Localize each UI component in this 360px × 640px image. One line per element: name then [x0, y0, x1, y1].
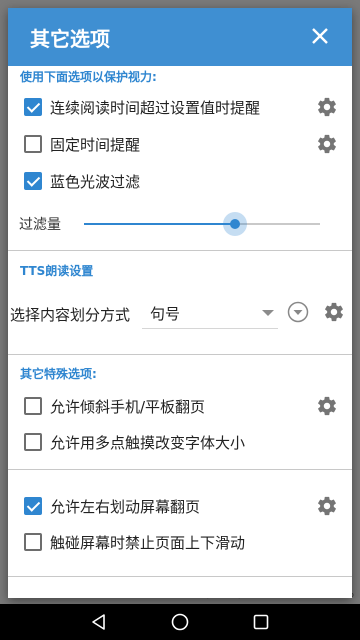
- tts-section-title: TTS朗读设置: [20, 264, 94, 278]
- continuous-reading-checkbox[interactable]: [24, 98, 42, 116]
- divider: [8, 469, 352, 470]
- tilt-page-label: 允许倾斜手机/平板翻页: [50, 398, 206, 416]
- multitouch-font-label: 允许用多点触摸改变字体大小: [50, 434, 246, 452]
- blue-light-label: 蓝色光波过滤: [50, 173, 141, 191]
- home-icon[interactable]: [170, 612, 190, 632]
- option-row-swipe-page[interactable]: 允许左右划动屏幕翻页: [8, 489, 352, 523]
- split-method-label: 选择内容划分方式: [10, 306, 131, 324]
- option-row-continuous-reading[interactable]: 连续阅读时间超过设置值时提醒: [8, 90, 352, 124]
- slider-fill: [84, 223, 235, 225]
- circle-dropdown-icon[interactable]: [287, 301, 309, 323]
- dialog-content: 使用下面选项以保护视力: 连续阅读时间超过设置值时提醒 固定时间提醒 蓝色光波过…: [8, 66, 352, 598]
- swipe-page-label: 允许左右划动屏幕翻页: [50, 498, 201, 516]
- split-method-value: 句号: [150, 305, 181, 323]
- swipe-page-checkbox[interactable]: [24, 497, 42, 515]
- fixed-time-checkbox[interactable]: [24, 135, 42, 153]
- split-method-dropdown[interactable]: 句号: [142, 296, 278, 329]
- divider: [8, 250, 352, 251]
- gear-icon[interactable]: [316, 495, 338, 517]
- android-nav-bar: [0, 604, 360, 640]
- tilt-page-checkbox[interactable]: [24, 397, 42, 415]
- divider: [8, 354, 352, 355]
- option-row-tilt-page[interactable]: 允许倾斜手机/平板翻页: [8, 389, 352, 423]
- continuous-reading-label: 连续阅读时间超过设置值时提醒: [50, 99, 261, 117]
- special-options-section-title: 其它特殊选项:: [20, 367, 97, 381]
- other-options-dialog: 其它选项 使用下面选项以保护视力: 连续阅读时间超过设置值时提醒 固定时间提醒 …: [8, 8, 352, 598]
- close-icon[interactable]: [306, 22, 334, 50]
- fixed-time-label: 固定时间提醒: [50, 136, 141, 154]
- chevron-down-icon: [262, 310, 274, 316]
- gear-icon[interactable]: [316, 133, 338, 155]
- option-row-multitouch-font[interactable]: 允许用多点触摸改变字体大小: [8, 425, 352, 459]
- back-icon[interactable]: [89, 612, 109, 632]
- gear-icon[interactable]: [323, 301, 345, 323]
- dialog-header: 其它选项: [8, 8, 352, 66]
- divider: [8, 576, 352, 577]
- filter-amount-label: 过滤量: [19, 217, 61, 233]
- option-row-disable-vertical-scroll[interactable]: 触碰屏幕时禁止页面上下滑动: [8, 525, 352, 559]
- dialog-title: 其它选项: [30, 27, 110, 51]
- blue-light-checkbox[interactable]: [24, 172, 42, 190]
- gear-icon[interactable]: [316, 395, 338, 417]
- filter-amount-slider[interactable]: [84, 212, 320, 236]
- gear-icon[interactable]: [316, 96, 338, 118]
- option-row-fixed-time[interactable]: 固定时间提醒: [8, 127, 352, 161]
- disable-vertical-scroll-label: 触碰屏幕时禁止页面上下滑动: [50, 534, 246, 552]
- recents-icon[interactable]: [251, 612, 271, 632]
- disable-vertical-scroll-checkbox[interactable]: [24, 533, 42, 551]
- option-row-blue-light[interactable]: 蓝色光波过滤: [8, 164, 352, 198]
- multitouch-font-checkbox[interactable]: [24, 433, 42, 451]
- slider-thumb[interactable]: [230, 219, 240, 229]
- eye-protection-section-title: 使用下面选项以保护视力:: [20, 70, 157, 84]
